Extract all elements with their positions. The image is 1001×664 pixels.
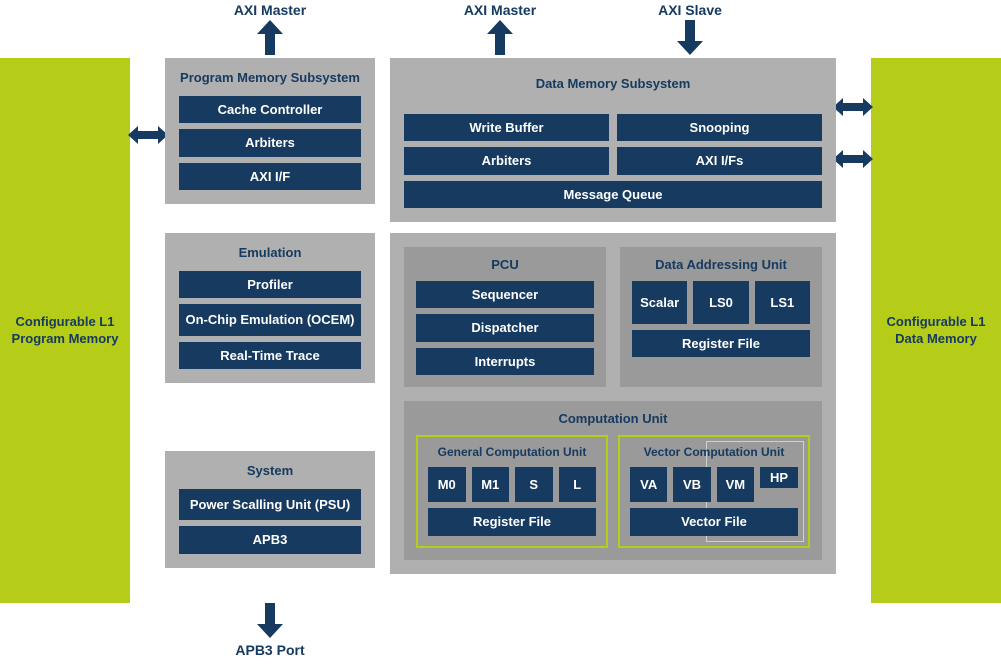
- panel-vcu: Vector Computation Unit VA VB VM HP Vect…: [618, 435, 810, 548]
- chip-s: S: [515, 467, 553, 502]
- chip-scalar: Scalar: [632, 281, 687, 324]
- chip-ls1: LS1: [755, 281, 810, 324]
- arrow-up-2: [485, 20, 515, 55]
- chip-ls0: LS0: [693, 281, 748, 324]
- arrow-down-system: [255, 603, 285, 638]
- panel-emulation: Emulation Profiler On-Chip Emulation (OC…: [165, 233, 375, 383]
- panel-dau: Data Addressing Unit Scalar LS0 LS1 Regi…: [620, 247, 822, 387]
- chip-vb: VB: [673, 467, 710, 502]
- chip-vector-file: Vector File: [630, 508, 798, 536]
- chip-vm: VM: [717, 467, 754, 502]
- arrow-lr-right-2: [833, 148, 873, 170]
- panel-program-memory: Program Memory Subsystem Cache Controlle…: [165, 58, 375, 204]
- chip-dispatcher: Dispatcher: [416, 314, 594, 342]
- chip-hp: HP: [760, 467, 798, 488]
- chip-axi-if: AXI I/F: [179, 163, 361, 191]
- chip-write-buffer: Write Buffer: [404, 114, 609, 142]
- chip-ocem: On-Chip Emulation (OCEM): [179, 304, 361, 336]
- chip-realtime-trace: Real-Time Trace: [179, 342, 361, 370]
- chip-l: L: [559, 467, 597, 502]
- chip-psu: Power Scalling Unit (PSU): [179, 489, 361, 521]
- chip-sequencer: Sequencer: [416, 281, 594, 309]
- chip-message-queue: Message Queue: [404, 181, 822, 209]
- panel-data-memory: Data Memory Subsystem Write Buffer Snoop…: [390, 58, 836, 222]
- chip-dau-register-file: Register File: [632, 330, 810, 358]
- panel-pcu: PCU Sequencer Dispatcher Interrupts: [404, 247, 606, 387]
- title-data-memory: Data Memory Subsystem: [404, 76, 822, 92]
- block-l1-program-memory: Configurable L1 Program Memory: [0, 58, 130, 603]
- arrow-up-1: [255, 20, 285, 55]
- panel-compute-container: PCU Sequencer Dispatcher Interrupts Data…: [390, 233, 836, 574]
- panel-gcu: General Computation Unit M0 M1 S L Regis…: [416, 435, 608, 548]
- title-dau: Data Addressing Unit: [632, 257, 810, 273]
- panel-system: System Power Scalling Unit (PSU) APB3: [165, 451, 375, 568]
- chip-cache-controller: Cache Controller: [179, 96, 361, 124]
- arrow-lr-left: [128, 124, 168, 146]
- title-computation-unit: Computation Unit: [416, 411, 810, 427]
- title-vcu: Vector Computation Unit: [630, 445, 798, 459]
- chip-snooping: Snooping: [617, 114, 822, 142]
- chip-apb3: APB3: [179, 526, 361, 554]
- chip-arbiters-pm: Arbiters: [179, 129, 361, 157]
- arrow-lr-right-1: [833, 96, 873, 118]
- label-apb3-port: APB3 Port: [210, 642, 330, 658]
- label-axi-master-2: AXI Master: [440, 2, 560, 18]
- title-gcu: General Computation Unit: [428, 445, 596, 459]
- chip-interrupts: Interrupts: [416, 348, 594, 376]
- chip-va: VA: [630, 467, 667, 502]
- chip-arbiters-dm: Arbiters: [404, 147, 609, 175]
- label-axi-slave: AXI Slave: [630, 2, 750, 18]
- block-l1-data-memory: Configurable L1 Data Memory: [871, 58, 1001, 603]
- title-pcu: PCU: [416, 257, 594, 273]
- title-system: System: [179, 463, 361, 479]
- title-emulation: Emulation: [179, 245, 361, 261]
- title-program-memory: Program Memory Subsystem: [179, 70, 361, 86]
- chip-axi-ifs: AXI I/Fs: [617, 147, 822, 175]
- panel-computation-unit: Computation Unit General Computation Uni…: [404, 401, 822, 560]
- chip-m1: M1: [472, 467, 510, 502]
- arrow-down-1: [675, 20, 705, 55]
- chip-gcu-register-file: Register File: [428, 508, 596, 536]
- label-axi-master-1: AXI Master: [210, 2, 330, 18]
- chip-m0: M0: [428, 467, 466, 502]
- chip-profiler: Profiler: [179, 271, 361, 299]
